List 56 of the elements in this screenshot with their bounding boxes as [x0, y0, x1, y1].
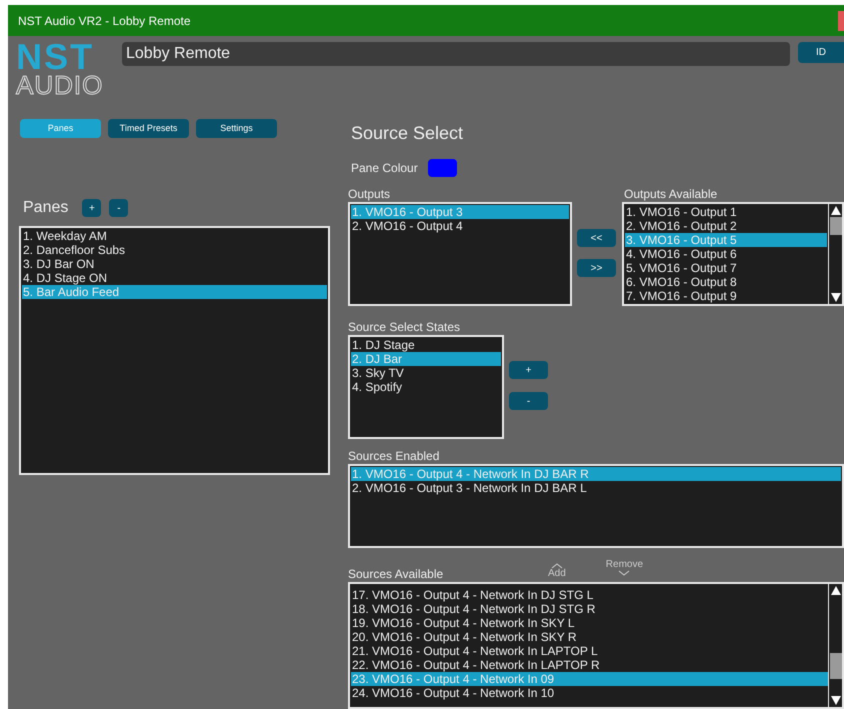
- list-item[interactable]: 4. VMO16 - Output 6: [625, 247, 827, 261]
- list-item[interactable]: 3. Sky TV: [351, 366, 501, 380]
- chevron-up-icon: [550, 563, 563, 569]
- list-label: Outputs Available: [624, 187, 718, 202]
- list-item[interactable]: 19. VMO16 - Output 4 - Network In SKY L: [351, 616, 828, 630]
- logo-subtitle: AUDIO: [16, 72, 104, 98]
- list-item[interactable]: 3. DJ Bar ON: [22, 257, 327, 271]
- move-right-button[interactable]: >>: [577, 259, 616, 277]
- list-item[interactable]: 6. VMO16 - Output 8: [625, 275, 827, 289]
- section-heading: Source Select: [351, 122, 464, 145]
- list-item[interactable]: 2. VMO16 - Output 3 - Network In DJ BAR L: [351, 481, 841, 495]
- scroll-up-icon[interactable]: [830, 586, 840, 595]
- remove-state-button[interactable]: -: [509, 392, 548, 410]
- add-button[interactable]: Add: [548, 563, 566, 579]
- list-item[interactable]: 22. VMO16 - Output 4 - Network In LAPTOP R: [351, 658, 828, 672]
- list-item[interactable]: 2. VMO16 - Output 4: [351, 219, 569, 233]
- move-left-button[interactable]: <<: [577, 229, 616, 247]
- list-label: Sources Available: [348, 567, 444, 582]
- list-item[interactable]: 4. Spotify: [351, 380, 501, 394]
- add-state-button[interactable]: +: [509, 361, 548, 379]
- window-title: NST Audio VR2 - Lobby Remote: [18, 12, 191, 30]
- name-field[interactable]: Lobby Remote: [122, 42, 790, 66]
- list-item[interactable]: 7. VMO16 - Output 9: [625, 289, 827, 303]
- scrollbar[interactable]: [828, 204, 842, 304]
- scrollbar[interactable]: [828, 584, 842, 707]
- scroll-down-icon[interactable]: [830, 696, 840, 705]
- list-item[interactable]: 24. VMO16 - Output 4 - Network In 10: [351, 686, 828, 700]
- remove-pane-button[interactable]: -: [109, 199, 128, 217]
- list-item[interactable]: 21. VMO16 - Output 4 - Network In LAPTOP L: [351, 644, 828, 658]
- list-item[interactable]: 4. DJ Stage ON: [22, 271, 327, 285]
- list-item[interactable]: 18. VMO16 - Output 4 - Network In DJ STG R: [351, 602, 828, 616]
- scroll-up-icon[interactable]: [830, 206, 840, 215]
- id-button[interactable]: ID: [798, 42, 844, 63]
- list-label: Source Select States: [348, 320, 462, 335]
- panes-heading: Panes: [23, 198, 68, 218]
- pane-colour-label: Pane Colour: [351, 160, 418, 177]
- list-item[interactable]: 2. VMO16 - Output 2: [625, 219, 827, 233]
- colour-swatch[interactable]: [428, 159, 457, 177]
- nav-tab[interactable]: Timed Presets: [108, 119, 189, 138]
- list-item[interactable]: 2. Dancefloor Subs: [22, 243, 327, 257]
- scroll-thumb[interactable]: [830, 217, 842, 235]
- list-item[interactable]: 17. VMO16 - Output 4 - Network In DJ STG L: [351, 588, 828, 602]
- chevron-down-icon: [618, 570, 630, 576]
- remove-button[interactable]: Remove: [606, 560, 644, 576]
- list-item[interactable]: 1. VMO16 - Output 1: [625, 205, 827, 219]
- scroll-thumb[interactable]: [830, 653, 842, 679]
- add-pane-button[interactable]: +: [82, 199, 102, 217]
- list-item[interactable]: 5. VMO16 - Output 7: [625, 261, 827, 275]
- list-item[interactable]: 1. Weekday AM: [22, 229, 327, 243]
- logo-text: NST: [16, 42, 94, 72]
- scroll-down-icon[interactable]: [830, 293, 840, 302]
- list-label: Outputs: [348, 187, 392, 202]
- list-item[interactable]: 20. VMO16 - Output 4 - Network In SKY R: [351, 630, 828, 644]
- nav-tab[interactable]: Settings: [196, 119, 277, 138]
- list-item[interactable]: 1. DJ Stage: [351, 338, 501, 352]
- list-label: Sources Enabled: [348, 449, 440, 464]
